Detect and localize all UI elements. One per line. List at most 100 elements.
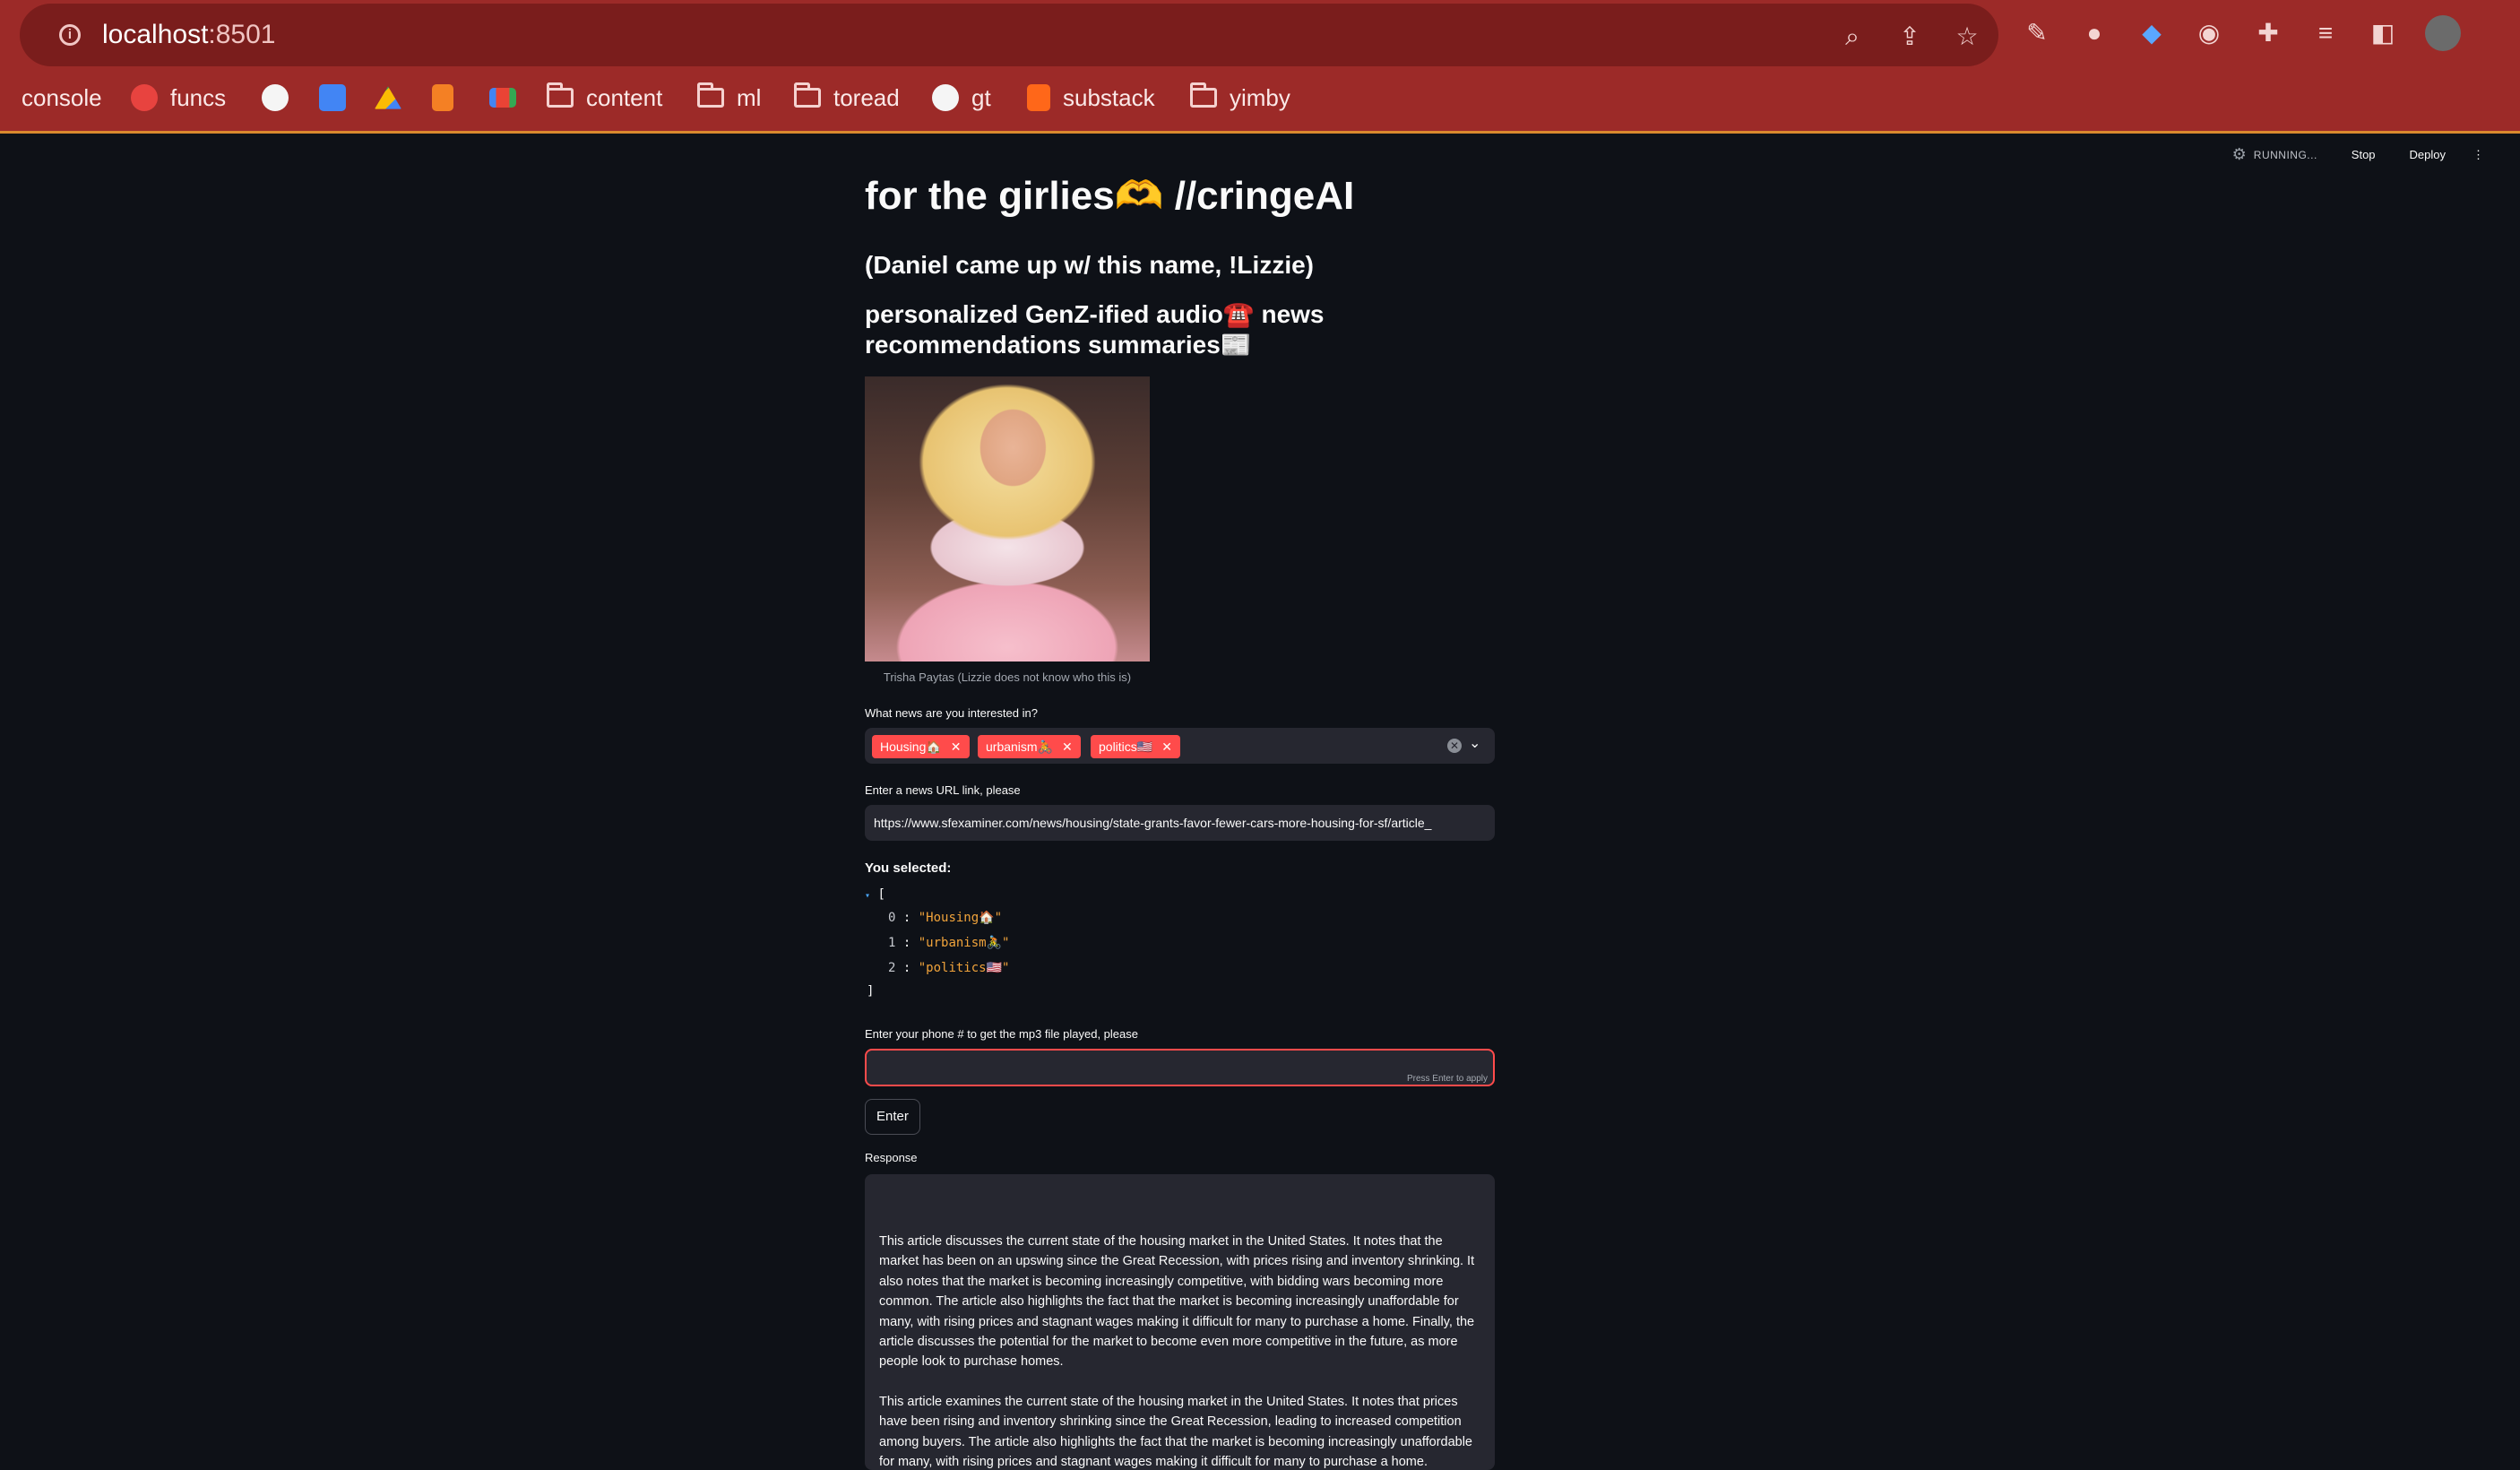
bookmark-toread[interactable]: toread (794, 79, 900, 117)
eyedropper-icon[interactable]: ✎ (2022, 18, 2052, 48)
stop-button[interactable]: Stop (2352, 148, 2376, 161)
response-label: Response (865, 1151, 918, 1164)
bookmark-label: gt (971, 83, 991, 111)
phone-hint: Press Enter to apply (1406, 1074, 1488, 1084)
folder-icon (794, 82, 821, 108)
loading-line (0, 131, 2520, 134)
json-value: "politics🇺🇸" (918, 961, 1010, 975)
bookmark-gt[interactable]: gt (932, 79, 991, 117)
enter-button[interactable]: Enter (865, 1099, 920, 1135)
deploy-button[interactable]: Deploy (2410, 148, 2446, 161)
remove-tag-icon[interactable]: ✕ (951, 739, 962, 755)
page-title: for the girlies🫶 //cringeAI (865, 174, 1355, 218)
page-subtitle: (Daniel came up w/ this name, !Lizzie) (865, 251, 1314, 279)
funcs-icon (131, 84, 158, 111)
gmail-icon (489, 88, 516, 108)
tag-urbanism[interactable]: urbanism🚴 ✕ (978, 735, 1081, 758)
media-queue-icon[interactable]: ≡ (2310, 18, 2341, 48)
gem-icon[interactable]: ◆ (2136, 18, 2167, 48)
bookmark-stackoverflow[interactable] (432, 79, 453, 117)
phone-input[interactable]: Press Enter to apply (865, 1049, 1495, 1086)
bookmark-funcs[interactable]: funcs (131, 79, 226, 117)
bookmark-calendar[interactable] (319, 79, 346, 117)
json-bracket: [ (877, 887, 885, 902)
bookmarks-bar: console funcs content ml toread gt subst… (0, 79, 2520, 117)
news-url-input[interactable]: https://www.sfexaminer.com/news/housing/… (865, 805, 1495, 841)
remove-tag-icon[interactable]: ✕ (1161, 739, 1172, 755)
bookmark-drive[interactable] (375, 79, 401, 117)
json-item: 0 : "Housing🏠" (888, 911, 1003, 925)
tag-label: politics🇺🇸 (1099, 739, 1153, 754)
star-icon[interactable]: ☆ (1952, 22, 1982, 52)
collapse-caret-icon[interactable]: ▾ (865, 891, 870, 901)
folder-icon (547, 82, 574, 108)
page-tagline: personalized GenZ-ified audio☎️ news rec… (865, 300, 1325, 359)
github-icon (262, 84, 289, 111)
stackoverflow-icon (432, 84, 453, 111)
response-textarea[interactable]: This article discusses the current state… (865, 1174, 1495, 1470)
bookmark-console[interactable]: console (0, 79, 102, 117)
json-value: "urbanism🚴" (918, 936, 1010, 950)
json-item: 1 : "urbanism🚴" (888, 936, 1010, 950)
chevron-down-icon[interactable]: ⌄ (1469, 734, 1480, 752)
bookmark-label: ml (737, 83, 762, 111)
tag-politics[interactable]: politics🇺🇸 ✕ (1091, 735, 1180, 758)
json-close-line: ] (867, 984, 875, 999)
folder-icon (1190, 82, 1217, 108)
url-port-text: :8501 (208, 20, 276, 49)
image-caption: Trisha Paytas (Lizzie does not know who … (883, 670, 1132, 684)
tag-housing[interactable]: Housing🏠 ✕ (872, 735, 970, 758)
bookmark-substack[interactable]: substack (1027, 79, 1155, 117)
address-bar[interactable]: i localhost:8501 ⌕ ⇪ ☆ (20, 4, 1998, 66)
json-index: 2 (888, 961, 896, 975)
response-paragraph: This article discusses the current state… (879, 1234, 1475, 1370)
bookmark-ml[interactable]: ml (697, 79, 761, 117)
remove-tag-icon[interactable]: ✕ (1062, 739, 1073, 755)
phone-label: Enter your phone # to get the mp3 file p… (865, 1027, 1138, 1041)
bookmark-github[interactable] (262, 79, 289, 117)
running-status: RUNNING... (2253, 148, 2317, 161)
bookmark-label: toread (833, 83, 900, 111)
clear-all-icon[interactable]: ✕ (1447, 739, 1462, 753)
substack-icon (1027, 84, 1050, 111)
sidebar-icon[interactable]: ◧ (2368, 18, 2398, 48)
bookmark-label: content (586, 83, 663, 111)
address-bar-url[interactable]: localhost:8501 (102, 20, 275, 50)
interest-multiselect[interactable]: Housing🏠 ✕ urbanism🚴 ✕ politics🇺🇸 ✕ ✕ ⌄ (865, 728, 1495, 764)
selected-heading: You selected: (865, 860, 952, 876)
bookmark-gmail[interactable] (489, 79, 516, 117)
json-item: 2 : "politics🇺🇸" (888, 961, 1010, 975)
running-icon: ⚙ (2231, 145, 2247, 163)
bookmark-content[interactable]: content (547, 79, 662, 117)
zoom-icon[interactable]: ⌕ (1837, 22, 1868, 52)
interest-label: What news are you interested in? (865, 706, 1038, 720)
json-index: 0 (888, 911, 896, 925)
main-content: for the girlies🫶 //cringeAI (Daniel came… (865, 170, 1495, 1470)
tag-label: Housing🏠 (880, 739, 942, 754)
extension-blob-icon[interactable]: ● (2079, 18, 2110, 48)
site-info-icon[interactable]: i (59, 24, 81, 46)
streamlit-header: ⚙ RUNNING... Stop Deploy ⋮ (2232, 145, 2484, 164)
json-open-line[interactable]: ▾ [ (865, 887, 885, 902)
main-menu-icon[interactable]: ⋮ (2473, 148, 2484, 162)
profile-avatar[interactable] (2425, 15, 2461, 51)
password-icon[interactable]: ◉ (2194, 18, 2224, 48)
globe-icon (932, 84, 959, 111)
bookmark-label: funcs (170, 83, 227, 111)
json-index: 1 (888, 936, 896, 950)
calendar-icon (319, 84, 346, 111)
bookmark-label: console (22, 83, 102, 111)
bookmark-yimby[interactable]: yimby (1190, 79, 1290, 117)
drive-icon (375, 86, 401, 109)
url-label: Enter a news URL link, please (865, 783, 1021, 797)
bookmark-label: substack (1063, 83, 1155, 111)
url-host-text: localhost (102, 20, 209, 49)
bookmark-label: yimby (1230, 83, 1290, 111)
share-icon[interactable]: ⇪ (1894, 22, 1925, 52)
response-paragraph: This article examines the current state … (879, 1394, 1473, 1470)
tag-label: urbanism🚴 (986, 739, 1054, 754)
browser-chrome: i localhost:8501 ⌕ ⇪ ☆ ✎ ● ◆ ◉ ✚ ≡ ◧ con… (0, 0, 2520, 134)
puzzle-icon[interactable]: ✚ (2253, 18, 2283, 48)
folder-icon (697, 82, 724, 108)
json-value: "Housing🏠" (918, 911, 1003, 925)
